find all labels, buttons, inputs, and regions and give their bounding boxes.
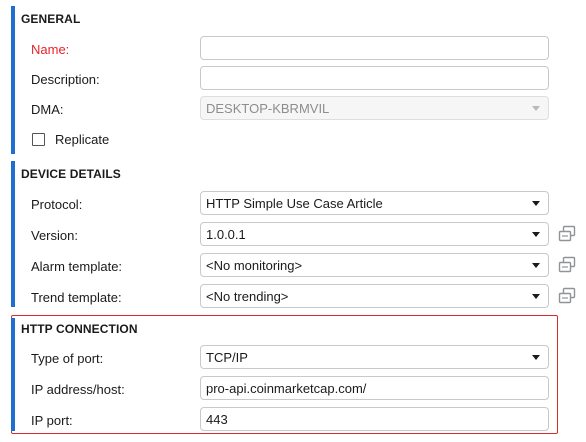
trend-template-row: Trend template: <No trending> (0, 284, 586, 312)
trend-template-select[interactable]: <No trending> (200, 284, 549, 308)
name-row: Name: (0, 36, 586, 64)
replicate-row: Replicate (0, 127, 586, 155)
version-select[interactable]: 1.0.0.1 (200, 222, 549, 246)
alarm-template-select[interactable]: <No monitoring> (200, 253, 549, 277)
device-details-section: DEVICE DETAILS Protocol: HTTP Simple Use… (0, 160, 586, 310)
dma-select-value: DESKTOP-KBRMVIL (206, 101, 330, 116)
version-row: Version: 1.0.0.1 (0, 222, 586, 250)
port-type-select[interactable]: TCP/IP (200, 345, 549, 369)
copy-icon[interactable] (557, 256, 577, 274)
chevron-down-icon (532, 263, 540, 268)
replicate-checkbox[interactable] (32, 133, 45, 146)
protocol-select-value: HTTP Simple Use Case Article (206, 196, 383, 211)
http-connection-section-title: HTTP CONNECTION (21, 322, 138, 336)
chevron-down-icon (532, 106, 540, 111)
alarm-template-select-value: <No monitoring> (206, 258, 303, 273)
alarm-template-label: Alarm template: (31, 259, 123, 274)
version-label: Version: (31, 228, 78, 243)
chevron-down-icon (532, 355, 540, 360)
description-input[interactable] (200, 66, 549, 90)
trend-template-select-value: <No trending> (206, 289, 289, 304)
trend-template-label: Trend template: (31, 290, 122, 305)
copy-icon[interactable] (557, 225, 577, 243)
ip-port-label: IP port: (31, 413, 73, 428)
replicate-label[interactable]: Replicate (55, 132, 109, 147)
ip-address-label: IP address/host: (31, 382, 125, 397)
version-select-value: 1.0.0.1 (206, 227, 246, 242)
ip-address-row: IP address/host: (0, 376, 586, 404)
ip-address-input[interactable] (200, 376, 549, 400)
port-type-select-value: TCP/IP (206, 350, 248, 365)
chevron-down-icon (532, 294, 540, 299)
description-row: Description: (0, 66, 586, 94)
protocol-row: Protocol: HTTP Simple Use Case Article (0, 191, 586, 219)
device-details-section-title: DEVICE DETAILS (21, 167, 121, 181)
copy-icon[interactable] (557, 287, 577, 305)
name-label: Name: (31, 42, 70, 57)
dma-label: DMA: (31, 102, 64, 117)
ip-port-input[interactable] (200, 407, 549, 431)
protocol-select[interactable]: HTTP Simple Use Case Article (200, 191, 549, 215)
ip-port-row: IP port: (0, 407, 586, 435)
port-type-label: Type of port: (31, 351, 104, 366)
dma-select: DESKTOP-KBRMVIL (200, 96, 549, 120)
port-type-row: Type of port: TCP/IP (0, 345, 586, 373)
general-section: GENERAL Name: Description: DMA: DESKTOP-… (0, 0, 586, 160)
general-section-title: GENERAL (21, 12, 81, 26)
protocol-label: Protocol: (31, 197, 83, 212)
chevron-down-icon (532, 232, 540, 237)
http-connection-section: HTTP CONNECTION Type of port: TCP/IP IP … (0, 315, 586, 435)
dma-row: DMA: DESKTOP-KBRMVIL (0, 96, 586, 124)
alarm-template-row: Alarm template: <No monitoring> (0, 253, 586, 281)
chevron-down-icon (532, 201, 540, 206)
name-input[interactable] (200, 36, 549, 60)
description-label: Description: (31, 72, 100, 87)
